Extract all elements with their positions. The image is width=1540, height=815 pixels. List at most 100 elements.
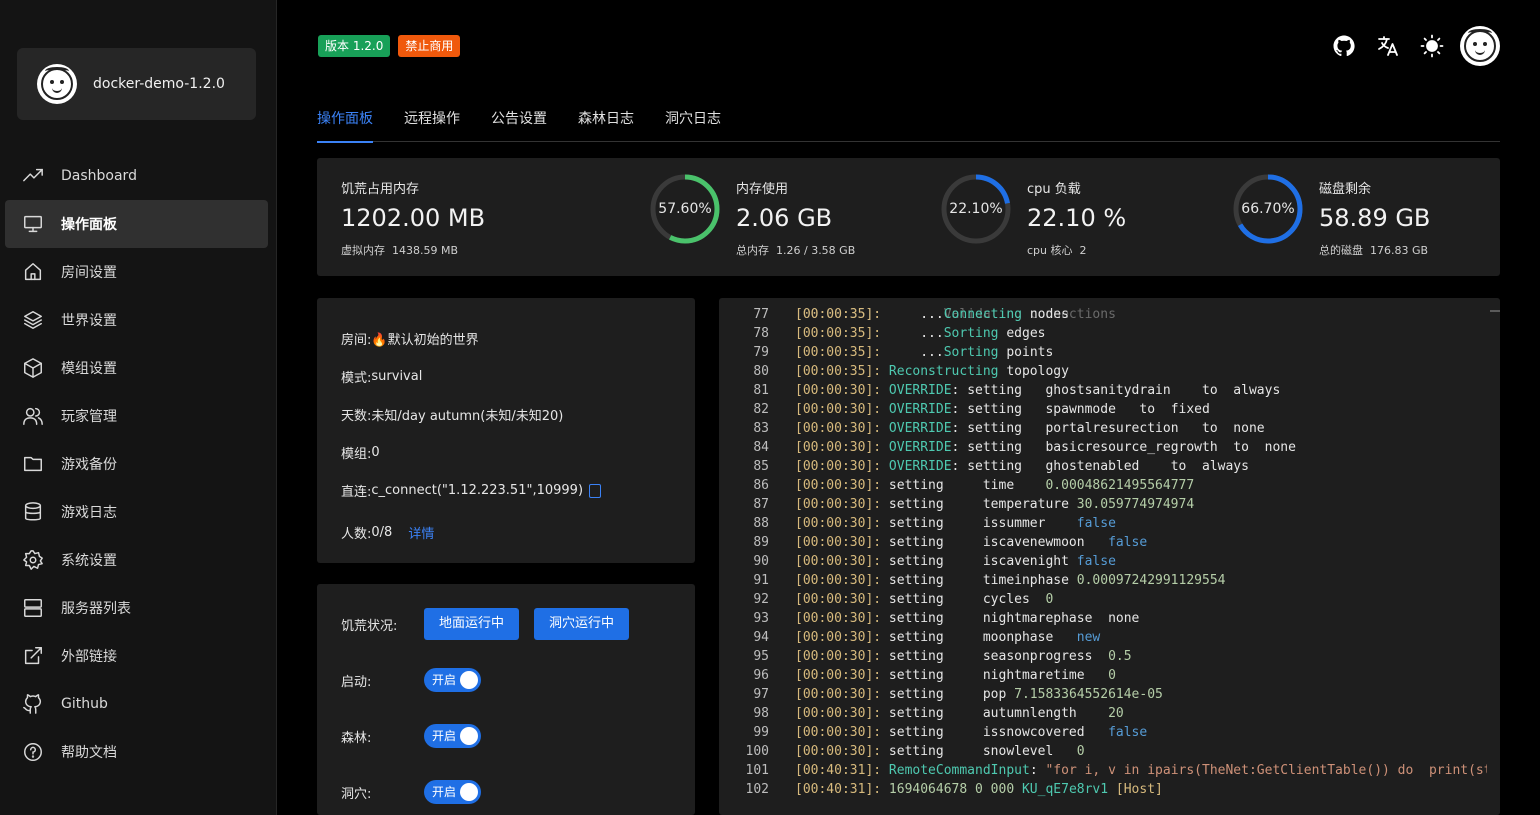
log-timestamp: [00:00:30]: [795,611,882,626]
stat-value: 2.06 GB [736,204,833,232]
log-token [1014,782,1022,797]
log-line: 84 [00:00:30]: OVERRIDE: setting basicres… [719,438,1487,457]
stat-sub: 总的磁盘 176.83 GB [1319,244,1429,257]
stat-sub: cpu 核心 2 [1027,244,1087,257]
log-token: setting pop [881,687,1015,702]
toggle-knob [460,727,478,745]
tab-bar: 操作面板 远程操作 公告设置 森林日志 洞穴日志 [317,96,1500,143]
log-token: : [1029,763,1046,778]
sun-icon[interactable] [1414,28,1450,64]
tab-cave-log[interactable]: 洞穴日志 [665,96,721,142]
log-token: topology [998,364,1069,379]
ring-label: 66.70% [1241,201,1295,217]
sidebar-item-room-settings[interactable]: 房间设置 [5,248,268,296]
line-number: 94 [753,630,769,645]
players-row: 人数: 0/8 详情 [341,523,434,542]
log-console[interactable]: [00:00:35]: ...Validating connections 77… [719,298,1500,815]
tab-announcement[interactable]: 公告设置 [491,96,547,142]
package-icon [22,357,44,379]
log-token: 1694064678 0 000 [881,782,1015,797]
mods-label: 模组: [341,447,372,462]
log-line: 92 [00:00:30]: setting cycles 0 [719,590,1487,609]
cave-toggle[interactable]: 开启 [424,780,481,804]
stat-title: 磁盘剩余 [1319,182,1372,197]
sidebar-item-control-panel[interactable]: 操作面板 [5,200,268,248]
mods-row: 模组: 0 [341,443,380,462]
details-link[interactable]: 详情 [408,523,434,542]
toggle-knob [460,783,478,801]
log-line: 100 [00:00:30]: setting snowlevel 0 [719,742,1487,761]
log-line: 99 [00:00:30]: setting issnowcovered fals… [719,723,1487,742]
sidebar-item-game-backup[interactable]: 游戏备份 [5,440,268,488]
log-token: Connecting [943,307,1022,322]
tab-remote-operation[interactable]: 远程操作 [404,96,460,142]
folder-icon [22,453,44,475]
sidebar-item-world-settings[interactable]: 世界设置 [5,296,268,344]
user-avatar[interactable] [1460,26,1500,66]
translate-icon[interactable] [1370,28,1406,64]
sidebar-item-github[interactable]: Github [5,680,268,728]
gear-icon [22,549,44,571]
sidebar-item-player-management[interactable]: 玩家管理 [5,392,268,440]
tab-forest-log[interactable]: 森林日志 [578,96,634,142]
sidebar-item-game-log[interactable]: 游戏日志 [5,488,268,536]
log-token: setting iscavenight [881,554,1077,569]
log-token: setting autumnlength [881,706,1109,721]
log-text: [00:00:30]: setting cycles 0 [795,590,1053,609]
sidebar-item-label: 模组设置 [61,361,117,377]
line-number: 85 [753,459,769,474]
sidebar-item-label: Dashboard [61,168,137,184]
cave-running-button[interactable]: 洞穴运行中 [534,608,630,640]
sidebar-item-mod-settings[interactable]: 模组设置 [5,344,268,392]
log-text: [00:00:30]: OVERRIDE: setting ghostsanit… [795,381,1280,400]
connect-row: 直连: c_connect("1.12.223.51",10999) [341,481,602,500]
log-text: [00:00:30]: setting temperature 30.05977… [795,495,1194,514]
line-number: 79 [753,345,769,360]
brand-card[interactable]: docker-demo-1.2.0 [17,48,256,120]
log-token: : setting ghostsanitydrain to always [951,383,1281,398]
stat-value: 22.10 % [1027,204,1127,232]
log-token: nodes [1022,307,1069,322]
external-link-icon [22,645,44,667]
sidebar-item-system-settings[interactable]: 系统设置 [5,536,268,584]
forest-toggle[interactable]: 开启 [424,724,481,748]
log-token: 0.00097242991129554 [1076,573,1226,588]
log-line: 90 [00:00:30]: setting iscavenight false [719,552,1487,571]
line-number: 101 [745,763,769,778]
start-toggle[interactable]: 开启 [424,668,481,692]
log-timestamp: [00:00:30]: [795,421,882,436]
log-token: setting issnowcovered [881,725,1109,740]
log-token: false [1108,725,1148,740]
log-timestamp: [00:00:30]: [795,573,882,588]
line-number: 87 [753,497,769,512]
surface-running-button[interactable]: 地面运行中 [424,608,520,640]
log-line: [00:00:35]: ...Validating connections [719,298,1487,322]
log-text: [00:00:30]: setting autumnlength 20 [795,704,1124,723]
line-number: 96 [753,668,769,683]
line-number: 99 [753,725,769,740]
log-token: : setting basicresource_regrowth to none [951,440,1296,455]
console-scrollbar[interactable] [1487,298,1500,815]
sidebar-item-dashboard[interactable]: Dashboard [5,152,268,200]
log-text: [00:00:30]: setting issnowcovered false [795,723,1147,742]
sidebar-item-external-links[interactable]: 外部链接 [5,632,268,680]
mode-label: 模式: [341,371,372,386]
sidebar-item-help-docs[interactable]: 帮助文档 [5,728,268,776]
log-timestamp: [00:00:30]: [795,744,882,759]
connect-label: 直连: [341,485,372,500]
log-token: 20 [1108,706,1124,721]
cpu-ring: 22.10% [941,174,1011,244]
toggle-text: 开启 [432,785,457,799]
toggle-knob [460,671,478,689]
mods-value: 0 [371,445,380,460]
sidebar-item-server-list[interactable]: 服务器列表 [5,584,268,632]
log-token: setting timeinphase [881,573,1077,588]
log-token: [Host] [1115,782,1163,797]
log-line: 86 [00:00:30]: setting time 0.00048621495… [719,476,1487,495]
header-actions [1326,26,1500,66]
copy-icon[interactable] [589,483,602,498]
log-token: new [1076,630,1101,645]
log-text: [00:00:35]: ...Connecting nodes [795,305,1069,324]
github-icon[interactable] [1326,28,1362,64]
tab-control-panel[interactable]: 操作面板 [317,96,373,143]
